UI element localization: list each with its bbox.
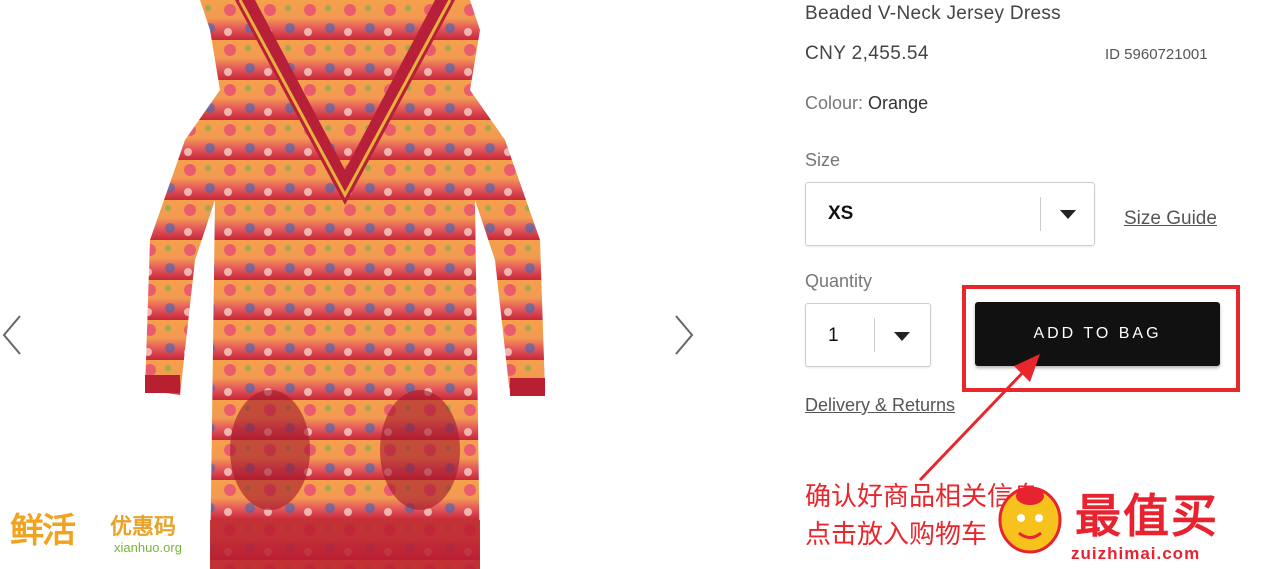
size-label: Size (805, 150, 841, 170)
watermark-xianhuo: 鲜活 优惠码 xianhuo.org (10, 503, 182, 555)
watermark-right-cn: 最值买 (1075, 490, 1219, 542)
select-divider (1040, 197, 1041, 231)
mascot-icon (998, 486, 1062, 554)
annotation-highlight-box (962, 285, 1240, 392)
colour-value: Orange (868, 93, 929, 113)
size-selected-value: XS (828, 203, 854, 224)
size-guide-link[interactable]: Size Guide (1124, 208, 1217, 230)
size-select[interactable]: XS (805, 182, 1095, 246)
watermark-left-small: 优惠码 (110, 514, 177, 539)
delivery-returns-link[interactable]: Delivery & Returns (805, 395, 955, 416)
chevron-left-icon[interactable] (0, 310, 30, 360)
caret-down-icon (1060, 210, 1076, 219)
watermark-zuizhimai: 最值买 zuizhimai.com (995, 470, 1280, 569)
quantity-selected-value: 1 (828, 325, 839, 346)
watermark-right-site: zuizhimai.com (1071, 544, 1201, 563)
colour-label: Colour: (805, 93, 864, 113)
caret-down-icon (894, 332, 910, 341)
chevron-right-icon[interactable] (668, 310, 698, 360)
watermark-left-site: xianhuo.org (114, 540, 182, 555)
product-id: ID 5960721001 (1105, 46, 1208, 63)
product-gallery (0, 0, 760, 569)
select-divider (874, 318, 875, 352)
quantity-label: Quantity (805, 271, 873, 291)
product-image (145, 0, 545, 569)
watermark-left-big: 鲜活 (10, 511, 76, 551)
product-title: Beaded V-Neck Jersey Dress (805, 3, 1061, 24)
product-price: CNY 2,455.54 (805, 43, 929, 64)
quantity-select[interactable]: 1 (805, 303, 931, 367)
colour-info: Colour: Orange (805, 93, 928, 114)
